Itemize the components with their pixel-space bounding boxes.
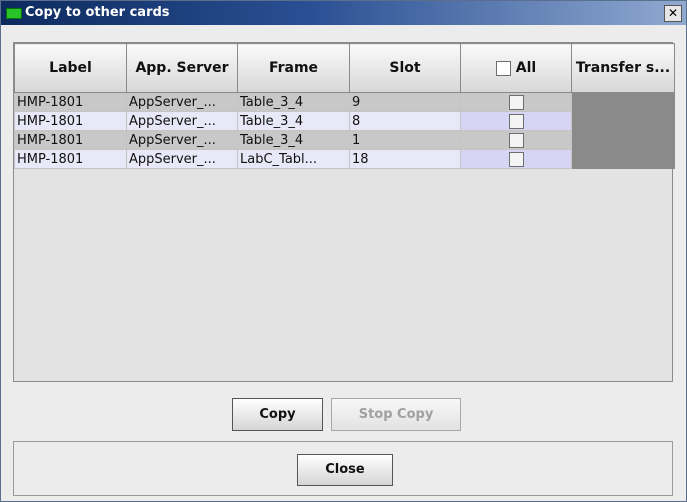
column-header-slot[interactable]: Slot (349, 43, 461, 93)
green-card-icon (6, 8, 22, 19)
cards-table: Label App. Server Frame Slot All Transfe… (14, 43, 675, 169)
column-header-all[interactable]: All (460, 43, 572, 93)
cell-app-server: AppServer_... (126, 92, 238, 112)
cell-frame: Table_3_4 (237, 92, 350, 112)
cell-app-server: AppServer_... (126, 149, 238, 169)
cell-select (460, 111, 572, 131)
cell-transfer-status (571, 130, 675, 150)
table-row[interactable]: HMP-1801 AppServer_... Table_3_4 1 (14, 130, 675, 150)
row-checkbox[interactable] (508, 132, 524, 148)
row-checkbox[interactable] (508, 94, 524, 110)
cell-slot: 9 (349, 92, 461, 112)
cell-label: HMP-1801 (14, 130, 127, 150)
copy-dialog-window: Copy to other cards ✕ Label App. Server … (0, 0, 687, 502)
cell-select (460, 130, 572, 150)
stop-copy-button[interactable]: Stop Copy (331, 398, 461, 431)
table-row[interactable]: HMP-1801 AppServer_... Table_3_4 8 (14, 111, 675, 131)
cell-app-server: AppServer_... (126, 130, 238, 150)
cell-slot: 1 (349, 130, 461, 150)
select-all-checkbox[interactable] (495, 60, 511, 76)
cell-label: HMP-1801 (14, 149, 127, 169)
column-header-frame[interactable]: Frame (237, 43, 350, 93)
cell-frame: LabC_Tabl... (237, 149, 350, 169)
close-icon[interactable]: ✕ (664, 5, 682, 22)
cell-transfer-status (571, 149, 675, 169)
cell-slot: 18 (349, 149, 461, 169)
cell-slot: 8 (349, 111, 461, 131)
cell-frame: Table_3_4 (237, 130, 350, 150)
table-row[interactable]: HMP-1801 AppServer_... LabC_Tabl... 18 (14, 149, 675, 169)
select-all-label: All (515, 60, 537, 76)
column-header-app-server[interactable]: App. Server (126, 43, 238, 93)
close-button[interactable]: Close (297, 454, 393, 486)
cell-select (460, 149, 572, 169)
row-checkbox[interactable] (508, 151, 524, 167)
copy-button[interactable]: Copy (232, 398, 323, 431)
cell-transfer-status (571, 111, 675, 131)
column-header-transfer-status[interactable]: Transfer s... (571, 43, 675, 93)
cell-select (460, 92, 572, 112)
cards-table-panel: Label App. Server Frame Slot All Transfe… (13, 42, 675, 382)
title-bar[interactable]: Copy to other cards ✕ (1, 1, 686, 25)
table-header-row: Label App. Server Frame Slot All Transfe… (14, 43, 675, 93)
cell-frame: Table_3_4 (237, 111, 350, 131)
cell-transfer-status (571, 92, 675, 112)
window-title: Copy to other cards (25, 5, 170, 20)
table-row[interactable]: HMP-1801 AppServer_... Table_3_4 9 (14, 92, 675, 112)
cell-label: HMP-1801 (14, 111, 127, 131)
cell-app-server: AppServer_... (126, 111, 238, 131)
cell-label: HMP-1801 (14, 92, 127, 112)
column-header-label[interactable]: Label (14, 43, 127, 93)
row-checkbox[interactable] (508, 113, 524, 129)
